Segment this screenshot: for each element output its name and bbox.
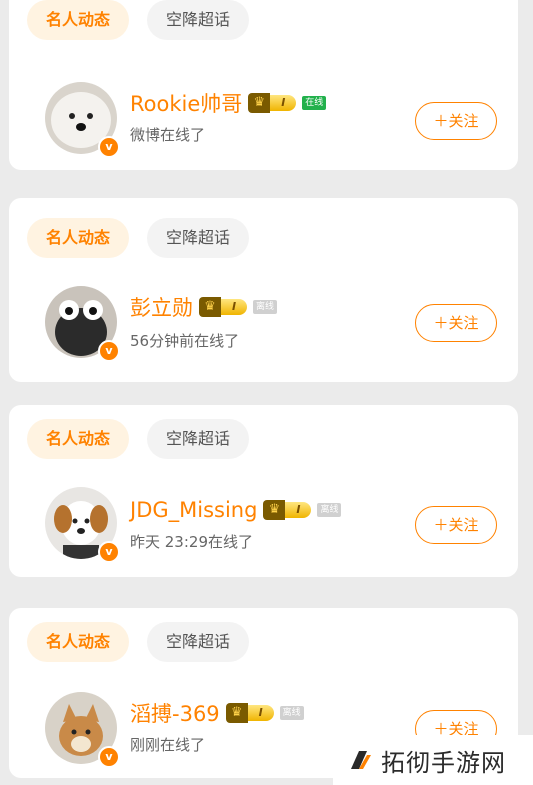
follow-button[interactable]: ＋关注 xyxy=(415,102,497,140)
crown-level-icon: ♛ I xyxy=(199,297,247,317)
crown-level-icon: ♛ I xyxy=(263,500,312,520)
follow-button[interactable]: ＋关注 xyxy=(415,506,497,544)
tab-supertopic[interactable]: 空降超话 xyxy=(147,218,249,258)
crown-level-icon: ♛ I xyxy=(248,93,297,113)
user-name[interactable]: JDG_Missing xyxy=(130,498,257,522)
verified-icon: v xyxy=(98,340,120,362)
user-name-row: JDG_Missing ♛ I 离线 xyxy=(130,497,342,523)
user-card: 名人动态 空降超话 v JDG_Missing ♛ I 离线 昨天 23:29在线… xyxy=(9,405,518,577)
online-status-text: 昨天 23:29在线了 xyxy=(130,533,253,551)
online-status-text: 刚刚在线了 xyxy=(130,736,206,754)
online-status-text: 56分钟前在线了 xyxy=(130,332,240,350)
status-badge: 离线 xyxy=(253,300,278,314)
watermark-text: 拓彻手游网 xyxy=(381,748,506,777)
online-status-text: 微博在线了 xyxy=(130,126,206,144)
tab-supertopic[interactable]: 空降超话 xyxy=(147,419,249,459)
user-name[interactable]: Rookie帅哥 xyxy=(130,88,242,118)
user-name[interactable]: 彭立勋 xyxy=(130,292,193,322)
watermark: 拓彻手游网 xyxy=(333,735,533,785)
verified-icon: v xyxy=(98,541,120,563)
tab-celebrity-updates[interactable]: 名人动态 xyxy=(27,0,129,40)
status-badge: 在线 xyxy=(302,96,327,110)
user-name-row: 彭立勋 ♛ I 离线 xyxy=(130,292,278,322)
verified-icon: v xyxy=(98,136,120,158)
user-card: 名人动态 空降超话 v 彭立勋 ♛ I 离线 56分钟前在线了 ＋关注 xyxy=(9,198,518,382)
tab-celebrity-updates[interactable]: 名人动态 xyxy=(27,622,129,662)
status-badge: 离线 xyxy=(279,706,304,720)
user-name-row: Rookie帅哥 ♛ I 在线 xyxy=(130,88,327,118)
crown-level-icon: ♛ I xyxy=(225,703,274,723)
user-name-row: 滔搏-369 ♛ I 离线 xyxy=(130,700,304,726)
watermark-logo-icon xyxy=(351,751,371,769)
tab-supertopic[interactable]: 空降超话 xyxy=(147,622,249,662)
user-card: 名人动态 空降超话 v Rookie帅哥 ♛ I 在线 微博在线了 ＋关注 xyxy=(9,0,518,170)
user-name[interactable]: 滔搏-369 xyxy=(130,698,220,728)
tab-supertopic[interactable]: 空降超话 xyxy=(147,0,249,40)
tab-celebrity-updates[interactable]: 名人动态 xyxy=(27,218,129,258)
status-badge: 离线 xyxy=(317,503,342,517)
tab-celebrity-updates[interactable]: 名人动态 xyxy=(27,419,129,459)
verified-icon: v xyxy=(98,746,120,768)
follow-button[interactable]: ＋关注 xyxy=(415,304,497,342)
